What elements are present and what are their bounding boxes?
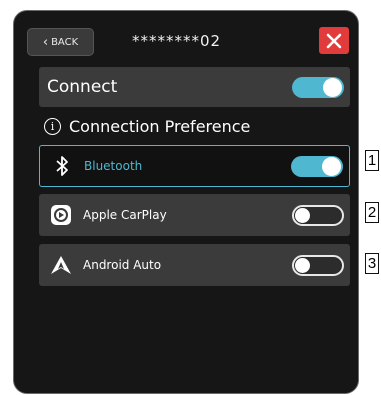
android-auto-label: Android Auto xyxy=(83,258,162,272)
bluetooth-toggle[interactable] xyxy=(291,155,343,177)
toggle-knob xyxy=(295,257,310,273)
connect-toggle[interactable] xyxy=(292,76,344,98)
close-button[interactable] xyxy=(319,27,349,54)
option-row-bluetooth[interactable]: Bluetooth xyxy=(39,145,350,187)
device-name: ********02 xyxy=(132,32,222,50)
connect-row[interactable]: Connect xyxy=(39,67,350,107)
apple-carplay-label: Apple CarPlay xyxy=(83,208,167,222)
bluetooth-label: Bluetooth xyxy=(84,159,143,173)
back-button[interactable]: ‹ BACK xyxy=(27,28,94,56)
back-label: BACK xyxy=(51,36,79,48)
android-auto-icon xyxy=(49,253,73,277)
close-icon xyxy=(326,33,342,48)
toggle-knob xyxy=(323,77,342,97)
chevron-left-icon: ‹ xyxy=(42,34,49,50)
apple-carplay-toggle[interactable] xyxy=(292,204,344,226)
android-auto-toggle[interactable] xyxy=(292,254,344,276)
callout-3: 3 xyxy=(365,253,379,274)
preference-label: Connection Preference xyxy=(69,117,251,136)
option-row-android-auto[interactable]: Android Auto xyxy=(39,244,350,286)
callout-2: 2 xyxy=(365,202,379,223)
carplay-icon xyxy=(49,203,73,227)
callout-1: 1 xyxy=(365,150,379,171)
connection-preference-heading: i Connection Preference xyxy=(44,117,250,136)
info-icon: i xyxy=(44,118,61,135)
toggle-knob xyxy=(322,156,341,176)
toggle-knob xyxy=(295,207,310,223)
option-row-apple-carplay[interactable]: Apple CarPlay xyxy=(39,194,350,236)
connect-label: Connect xyxy=(47,77,118,97)
bluetooth-icon xyxy=(50,154,74,178)
